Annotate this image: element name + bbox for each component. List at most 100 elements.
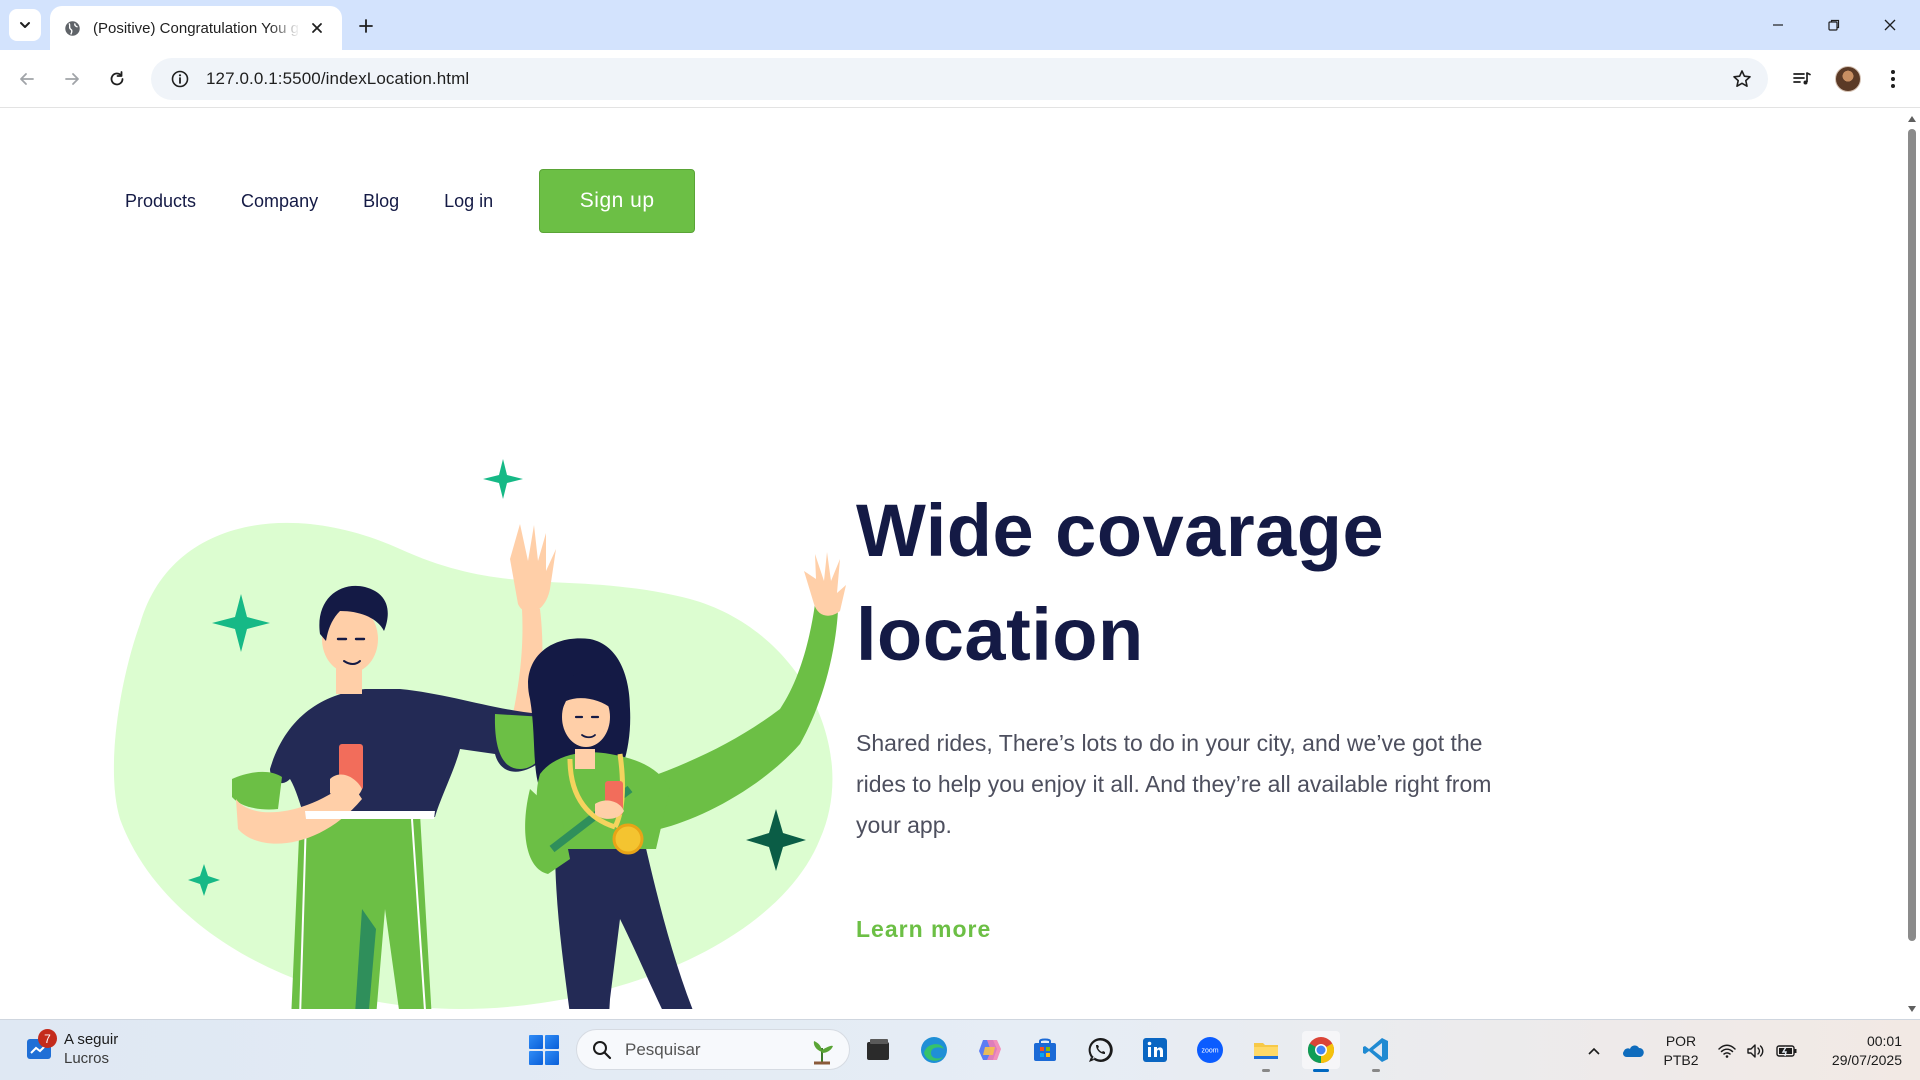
widgets-button[interactable]: 7 A seguir Lucros	[26, 1029, 119, 1068]
taskbar-app-terminal[interactable]	[859, 1031, 897, 1069]
vscode-icon	[1363, 1038, 1388, 1062]
tab-search-button[interactable]	[9, 9, 41, 41]
signup-button[interactable]: Sign up	[539, 169, 696, 233]
page-viewport: Products Company Blog Log in Sign up Wid…	[0, 109, 1904, 1019]
hero-title-line-1: Wide covarage	[856, 489, 1385, 572]
widget-badge: 7	[38, 1029, 57, 1048]
main-nav: Products Company Blog Log in Sign up	[125, 169, 696, 233]
taskbar-app-zoom[interactable]: zoom	[1191, 1031, 1229, 1069]
taskbar-app-edge[interactable]	[915, 1031, 953, 1069]
speaker-icon	[1747, 1043, 1764, 1058]
edge-icon	[921, 1037, 947, 1063]
arrow-right-icon	[65, 73, 79, 85]
windows-taskbar: 7 A seguir Lucros Pesquisar zoom POR PTB…	[0, 1019, 1920, 1080]
minimize-icon	[1773, 24, 1783, 26]
taskbar-app-copilot[interactable]	[971, 1031, 1009, 1069]
onedrive-button[interactable]	[1618, 1020, 1648, 1080]
taskbar-app-chrome[interactable]	[1302, 1031, 1340, 1072]
medal-icon	[612, 823, 644, 855]
browser-menu-button[interactable]	[1877, 63, 1909, 95]
more-vertical-icon	[1891, 70, 1895, 88]
store-icon	[1034, 1038, 1056, 1061]
url-text[interactable]: 127.0.0.1:5500/indexLocation.html	[206, 69, 469, 89]
taskbar-app-linkedin[interactable]	[1136, 1031, 1174, 1069]
media-controls-button[interactable]	[1786, 63, 1818, 95]
volume-status[interactable]	[1744, 1020, 1768, 1080]
hero-title: Wide covarage location	[856, 479, 1496, 687]
running-indicator	[1262, 1069, 1270, 1072]
reload-button[interactable]	[101, 63, 133, 95]
address-bar[interactable]: 127.0.0.1:5500/indexLocation.html	[151, 58, 1768, 100]
start-button[interactable]	[529, 1035, 559, 1065]
back-button[interactable]	[11, 63, 43, 95]
widget-title: A seguir	[64, 1031, 119, 1048]
sparkle-top	[483, 459, 523, 499]
nav-products-link[interactable]: Products	[125, 191, 196, 212]
battery-status[interactable]	[1774, 1020, 1800, 1080]
svg-text:zoom: zoom	[1201, 1048, 1218, 1055]
search-icon	[591, 1039, 613, 1061]
taskbar-app-store[interactable]	[1026, 1031, 1064, 1069]
chevron-up-icon	[1588, 1047, 1600, 1055]
active-indicator	[1313, 1069, 1329, 1072]
scrollbar-thumb[interactable]	[1908, 129, 1916, 941]
arrow-left-icon	[20, 73, 34, 85]
taskbar-app-vscode[interactable]	[1357, 1031, 1395, 1072]
globe-icon	[62, 18, 82, 38]
taskbar-app-file-explorer[interactable]	[1247, 1031, 1285, 1072]
input-language-indicator[interactable]: POR PTB2	[1662, 1032, 1700, 1070]
language-code: POR	[1665, 1033, 1697, 1049]
stock-chart-icon: 7	[26, 1029, 57, 1062]
nav-company-link[interactable]: Company	[241, 191, 318, 212]
chrome-icon	[1307, 1037, 1335, 1064]
restore-button[interactable]	[1806, 0, 1862, 50]
whatsapp-icon	[1088, 1037, 1113, 1062]
nav-login-link[interactable]: Log in	[444, 191, 493, 212]
bookmark-star-icon[interactable]	[1730, 67, 1754, 91]
taskbar-clock[interactable]: 00:01 29/07/2025	[1812, 1032, 1902, 1070]
page-scrollbar[interactable]	[1904, 109, 1920, 1019]
keyboard-layout: PTB2	[1663, 1052, 1699, 1068]
scroll-up-arrow-icon[interactable]	[1907, 114, 1917, 124]
taskbar-app-whatsapp[interactable]	[1081, 1031, 1119, 1069]
plant-icon	[813, 1041, 833, 1065]
show-hidden-icons-button[interactable]	[1582, 1020, 1606, 1080]
nav-blog-link[interactable]: Blog	[363, 191, 399, 212]
wifi-icon	[1718, 1044, 1736, 1058]
close-tab-icon[interactable]	[306, 17, 328, 39]
zoom-icon: zoom	[1197, 1037, 1223, 1063]
taskbar-search[interactable]: Pesquisar	[576, 1029, 850, 1070]
search-placeholder: Pesquisar	[625, 1039, 701, 1059]
widget-subtitle: Lucros	[64, 1050, 110, 1067]
hero-description: Shared rides, There’s lots to do in your…	[856, 730, 1492, 838]
hero-illustration	[113, 459, 846, 1009]
playlist-icon	[1793, 72, 1811, 85]
clock-time: 00:01	[1866, 1033, 1902, 1049]
file-explorer-dark-icon	[867, 1039, 889, 1060]
profile-avatar[interactable]	[1835, 66, 1861, 92]
scroll-down-arrow-icon[interactable]	[1907, 1004, 1917, 1014]
windows-logo-icon	[529, 1035, 543, 1049]
reload-icon	[110, 71, 124, 86]
restore-icon	[1828, 19, 1840, 31]
learn-more-link[interactable]: Learn more	[856, 916, 991, 943]
minimize-button[interactable]	[1750, 0, 1806, 50]
browser-tab[interactable]: (Positive) Congratulation You got	[50, 6, 342, 50]
new-tab-button[interactable]	[352, 12, 380, 40]
running-indicator	[1372, 1069, 1380, 1072]
forward-button[interactable]	[56, 63, 88, 95]
browser-toolbar: 127.0.0.1:5500/indexLocation.html	[0, 50, 1920, 108]
clock-date: 29/07/2025	[1831, 1052, 1902, 1068]
site-info-icon[interactable]	[160, 58, 200, 100]
file-explorer-icon	[1254, 1043, 1278, 1059]
copilot-icon	[979, 1040, 1001, 1060]
battery-charging-icon	[1776, 1044, 1797, 1057]
close-icon	[1884, 19, 1896, 31]
browser-tab-bar: (Positive) Congratulation You got	[0, 0, 1920, 50]
chevron-down-icon	[20, 22, 30, 28]
onedrive-cloud-icon	[1623, 1044, 1644, 1057]
hero-title-line-2: location	[856, 593, 1144, 676]
tab-title: (Positive) Congratulation You got	[93, 19, 300, 37]
wifi-status[interactable]	[1715, 1020, 1739, 1080]
close-window-button[interactable]	[1862, 0, 1918, 50]
